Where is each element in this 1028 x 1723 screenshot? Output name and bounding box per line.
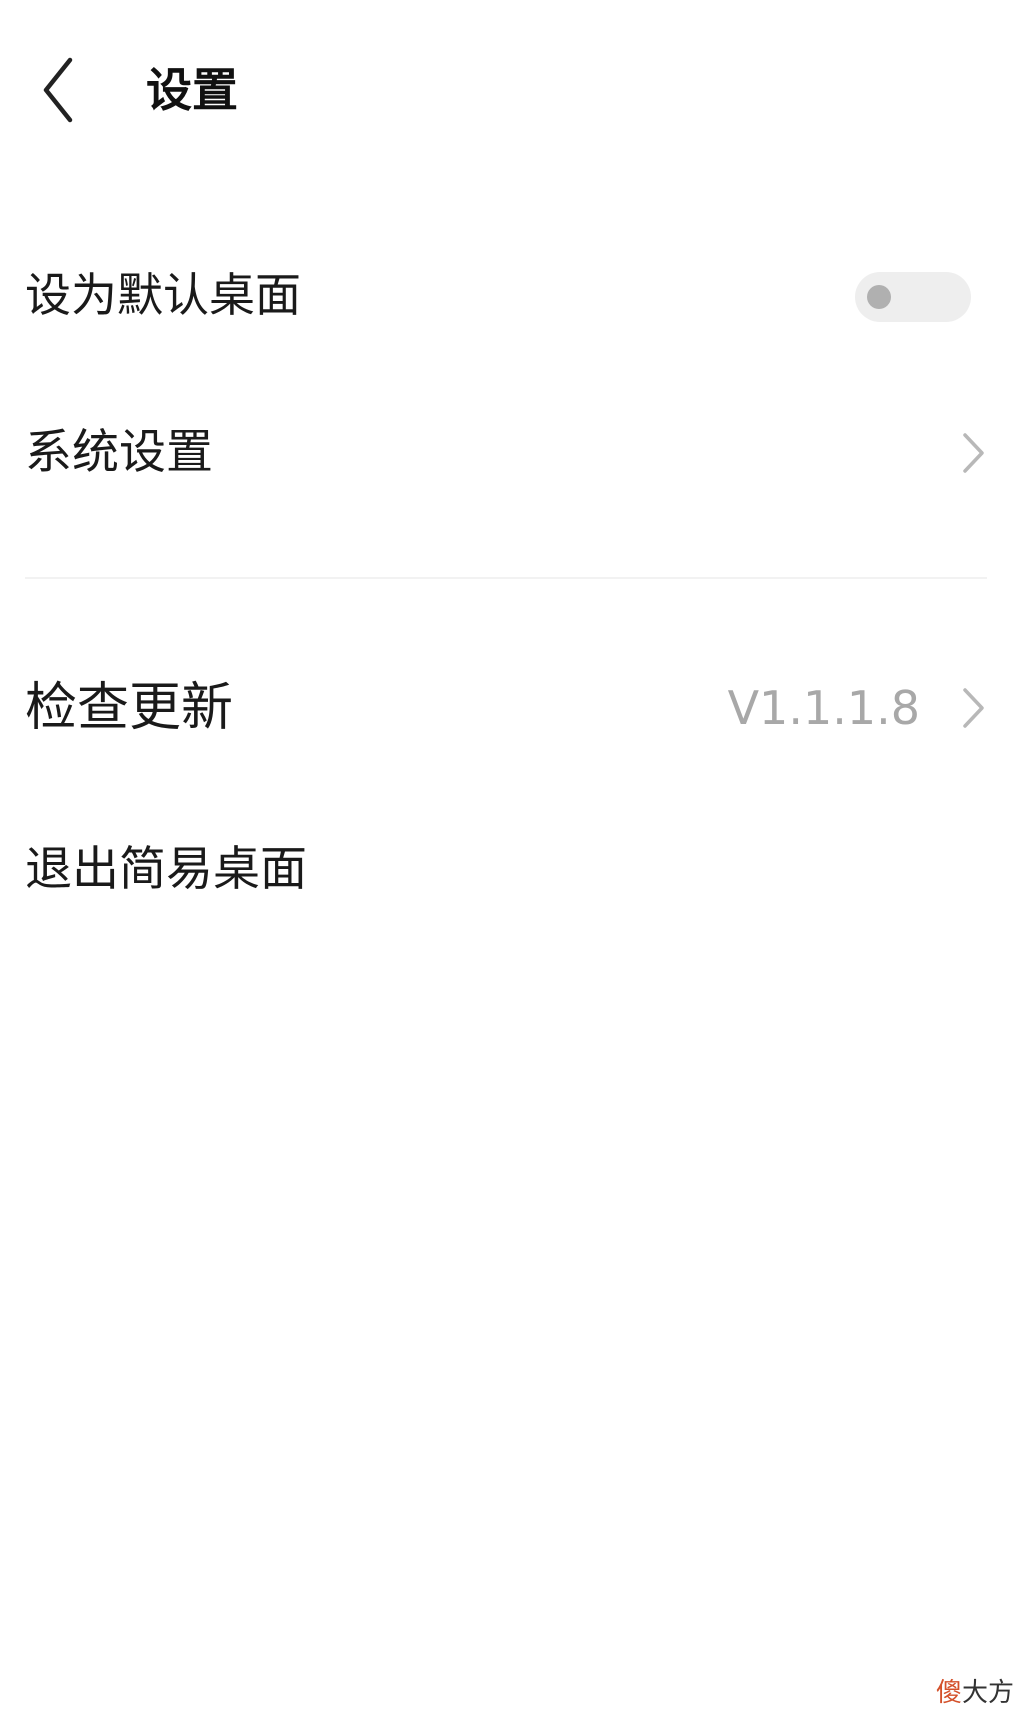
watermark-accent: 傻 xyxy=(935,1678,962,1708)
chevron-left-icon xyxy=(43,57,73,123)
top-bar: 设置 xyxy=(0,0,1028,180)
toggle-knob xyxy=(867,285,891,309)
page-title: 设置 xyxy=(146,63,238,117)
system-settings-label: 系统设置 xyxy=(25,425,213,480)
section-divider xyxy=(25,577,987,579)
system-settings-row[interactable]: 系统设置 xyxy=(0,398,1028,508)
chevron-right-icon xyxy=(963,688,984,728)
watermark: 傻大方 xyxy=(936,1672,1014,1709)
default-launcher-toggle[interactable] xyxy=(855,272,971,322)
chevron-right-icon xyxy=(963,433,984,473)
check-update-row[interactable]: 检查更新 V1.1.1.8 xyxy=(0,653,1028,763)
set-default-launcher-row[interactable]: 设为默认桌面 xyxy=(0,240,1028,350)
back-button[interactable] xyxy=(36,52,96,128)
check-update-label: 检查更新 xyxy=(25,678,234,738)
version-number: V1.1.1.8 xyxy=(727,681,920,735)
exit-simple-launcher-row[interactable]: 退出简易桌面 xyxy=(0,815,1028,925)
set-default-launcher-label: 设为默认桌面 xyxy=(25,268,301,322)
exit-simple-launcher-label: 退出简易桌面 xyxy=(25,842,307,897)
watermark-text: 大方 xyxy=(961,1678,1014,1708)
